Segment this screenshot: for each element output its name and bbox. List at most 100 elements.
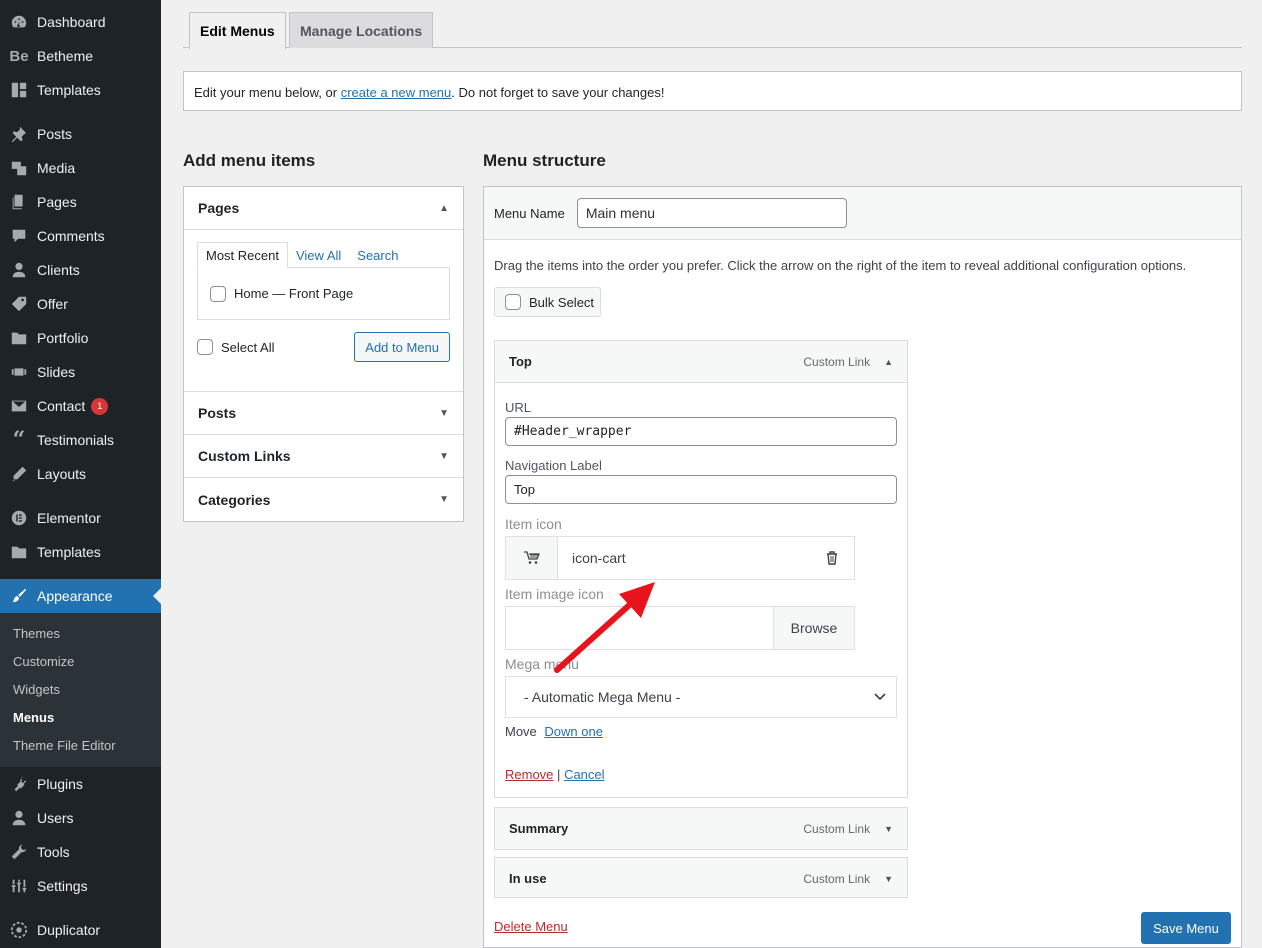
sidebar-item-media[interactable]: Media [0,151,161,185]
sidebar-item-clients[interactable]: Clients [0,253,161,287]
submenu-customize[interactable]: Customize [0,648,161,676]
sidebar-item-testimonials[interactable]: “ Testimonials [0,423,161,457]
accordion-posts[interactable]: Posts ▼ [184,392,463,435]
remove-link[interactable]: Remove [505,767,553,782]
select-all-label: Select All [221,339,275,355]
sidebar-item-label: Media [37,160,76,176]
tab-most-recent[interactable]: Most Recent [197,242,288,268]
bulk-select-checkbox[interactable] [505,294,521,310]
bulk-select-button[interactable]: Bulk Select [494,287,601,317]
sidebar-item-templates[interactable]: Templates [0,73,161,107]
caret-down-icon: ▼ [439,407,449,419]
mega-menu-select[interactable]: - Automatic Mega Menu - [505,676,897,718]
sidebar-item-betheme[interactable]: Be Betheme [0,39,161,73]
nav-label-label: Navigation Label [505,458,602,473]
sidebar-item-label: Clients [37,262,80,278]
sidebar-item-slides[interactable]: Slides [0,355,161,389]
sidebar-item-label: Appearance [37,588,113,604]
drag-instructions: Drag the items into the order you prefer… [494,258,1187,273]
move-row: Move Down one [505,724,897,739]
caret-up-icon[interactable]: ▲ [884,357,893,367]
menu-name-input[interactable]: Main menu [576,198,847,228]
item-actions: Remove | Cancel [505,767,897,782]
sidebar-item-users[interactable]: Users [0,801,161,835]
settings-icon [9,876,29,896]
sidebar-item-label: Users [37,810,74,826]
item-icon-name: icon-cart [572,550,626,566]
tab-edit-menus[interactable]: Edit Menus [189,12,286,49]
item-icon-picker[interactable]: icon-cart [505,536,855,580]
accordion-pages[interactable]: Pages ▲ [184,187,463,230]
select-all-checkbox[interactable] [197,339,213,355]
sidebar-item-label: Pages [37,194,77,210]
select-all-row: Select All [197,339,274,355]
submenu-menus[interactable]: Menus [0,704,161,732]
sidebar-item-plugins[interactable]: Plugins [0,767,161,801]
main-content: Edit Menus Manage Locations Edit your me… [161,0,1262,948]
folder-icon [9,328,29,348]
browse-button[interactable]: Browse [773,607,854,649]
sidebar-item-templates-elementor[interactable]: Templates [0,535,161,569]
menu-item-handle[interactable]: Summary Custom Link ▼ [495,808,907,849]
caret-down-icon: ▼ [439,450,449,462]
accordion-pages-label: Pages [198,200,240,216]
user-icon [9,260,29,280]
url-input[interactable]: #Header_wrapper [505,417,897,446]
sidebar-item-elementor[interactable]: Elementor [0,501,161,535]
sidebar-item-label: Templates [37,82,101,98]
pencil-icon [9,464,29,484]
submenu-themes[interactable]: Themes [0,620,161,648]
sidebar-item-portfolio[interactable]: Portfolio [0,321,161,355]
pages-tabs: Most Recent View All Search [197,242,450,268]
save-menu-button[interactable]: Save Menu [1141,912,1231,944]
layout-icon [9,80,29,100]
submenu-widgets[interactable]: Widgets [0,676,161,704]
page-checkbox[interactable] [210,285,226,302]
tab-search[interactable]: Search [349,242,406,268]
brush-icon [9,586,29,606]
sidebar-item-label: Contact [37,398,86,414]
caret-up-icon: ▲ [439,202,449,214]
manage-menus-notice: Edit your menu below, or create a new me… [183,71,1242,111]
menu-item-handle[interactable]: Top Custom Link ▲ [495,341,907,382]
tag-icon [9,294,29,314]
sidebar-item-comments[interactable]: Comments [0,219,161,253]
sidebar-item-contact[interactable]: Contact 1 [0,389,161,423]
sidebar-item-settings[interactable]: Settings [0,869,161,903]
sidebar-item-duplicator[interactable]: Duplicator [0,913,161,947]
mega-menu-value: - Automatic Mega Menu - [524,689,681,705]
create-new-menu-link[interactable]: create a new menu [341,85,452,100]
duplicator-icon [9,920,29,940]
move-down-one-link[interactable]: Down one [544,724,603,739]
tab-manage-locations[interactable]: Manage Locations [289,12,434,48]
sidebar-item-label: Dashboard [37,14,106,30]
cancel-link[interactable]: Cancel [564,767,604,782]
trash-icon[interactable] [820,546,844,570]
sidebar-item-layouts[interactable]: Layouts [0,457,161,491]
pages-icon [9,192,29,212]
sidebar-item-offer[interactable]: Offer [0,287,161,321]
pages-list: Home — Front Page [197,267,450,320]
sidebar-item-dashboard[interactable]: Dashboard [0,5,161,39]
caret-down-icon[interactable]: ▼ [884,824,893,834]
sidebar-item-posts[interactable]: Posts [0,117,161,151]
tab-view-all[interactable]: View All [288,242,349,268]
accordion-categories[interactable]: Categories ▼ [184,478,463,521]
sidebar-item-pages[interactable]: Pages [0,185,161,219]
menu-item-in-use: In use Custom Link ▼ [494,857,908,898]
sidebar-item-appearance[interactable]: Appearance [0,579,161,613]
accordion-custom-links[interactable]: Custom Links ▼ [184,435,463,478]
page-item-label: Home — Front Page [234,286,354,301]
nav-label-input[interactable]: Top [505,475,897,504]
delete-menu-link[interactable]: Delete Menu [494,919,568,934]
sidebar-item-label: Comments [37,228,105,244]
caret-down-icon[interactable]: ▼ [884,874,893,884]
submenu-theme-file-editor[interactable]: Theme File Editor [0,732,161,760]
accordion-custom-links-label: Custom Links [198,448,291,464]
add-to-menu-button[interactable]: Add to Menu [354,332,450,362]
menu-item-handle[interactable]: In use Custom Link ▼ [495,858,907,897]
cart-icon [506,537,558,579]
notification-badge: 1 [91,397,109,415]
accordion-categories-label: Categories [198,491,271,508]
sidebar-item-tools[interactable]: Tools [0,835,161,869]
